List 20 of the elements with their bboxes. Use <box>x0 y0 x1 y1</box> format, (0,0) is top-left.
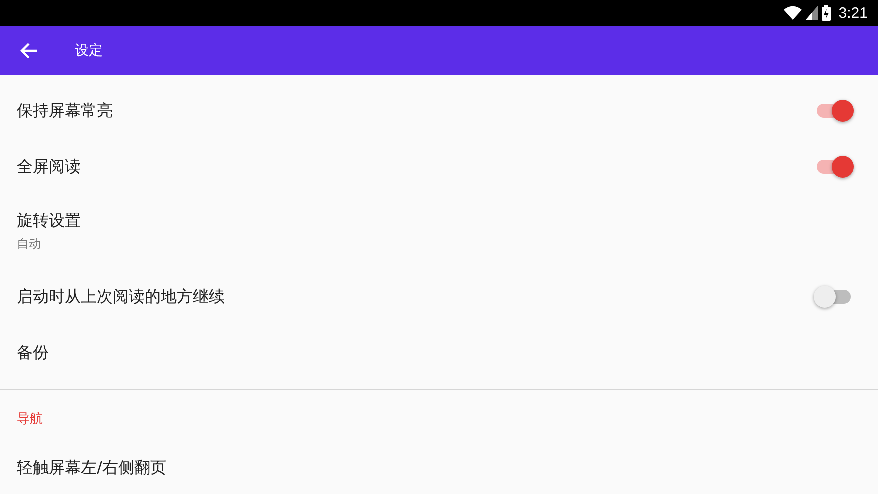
setting-title: 旋转设置 <box>17 211 82 232</box>
settings-item[interactable]: 启动时从上次阅读的地方继续 <box>0 269 878 325</box>
setting-title: 轻触屏幕左/右侧翻页 <box>17 458 168 478</box>
battery-icon <box>822 5 831 21</box>
screen-title: 设定 <box>75 42 103 60</box>
settings-item[interactable]: 轻触屏幕左/右侧翻页 <box>0 440 878 494</box>
settings-item[interactable]: 备份 <box>0 325 878 381</box>
settings-item[interactable]: 旋转设置 自动 <box>0 195 878 269</box>
setting-summary: 自动 <box>17 236 42 253</box>
setting-title: 备份 <box>17 342 50 364</box>
status-time: 3:21 <box>838 4 868 22</box>
settings-item[interactable]: 保持屏幕常亮 <box>0 83 878 139</box>
setting-title: 全屏阅读 <box>17 156 82 178</box>
back-arrow-icon <box>20 42 38 60</box>
wifi-icon <box>784 6 802 20</box>
setting-title: 启动时从上次阅读的地方继续 <box>17 286 226 308</box>
signal-icon <box>806 6 818 20</box>
setting-title: 保持屏幕常亮 <box>17 100 114 122</box>
section-header: 导航 <box>16 411 44 429</box>
settings-item[interactable]: 全屏阅读 <box>0 139 878 195</box>
